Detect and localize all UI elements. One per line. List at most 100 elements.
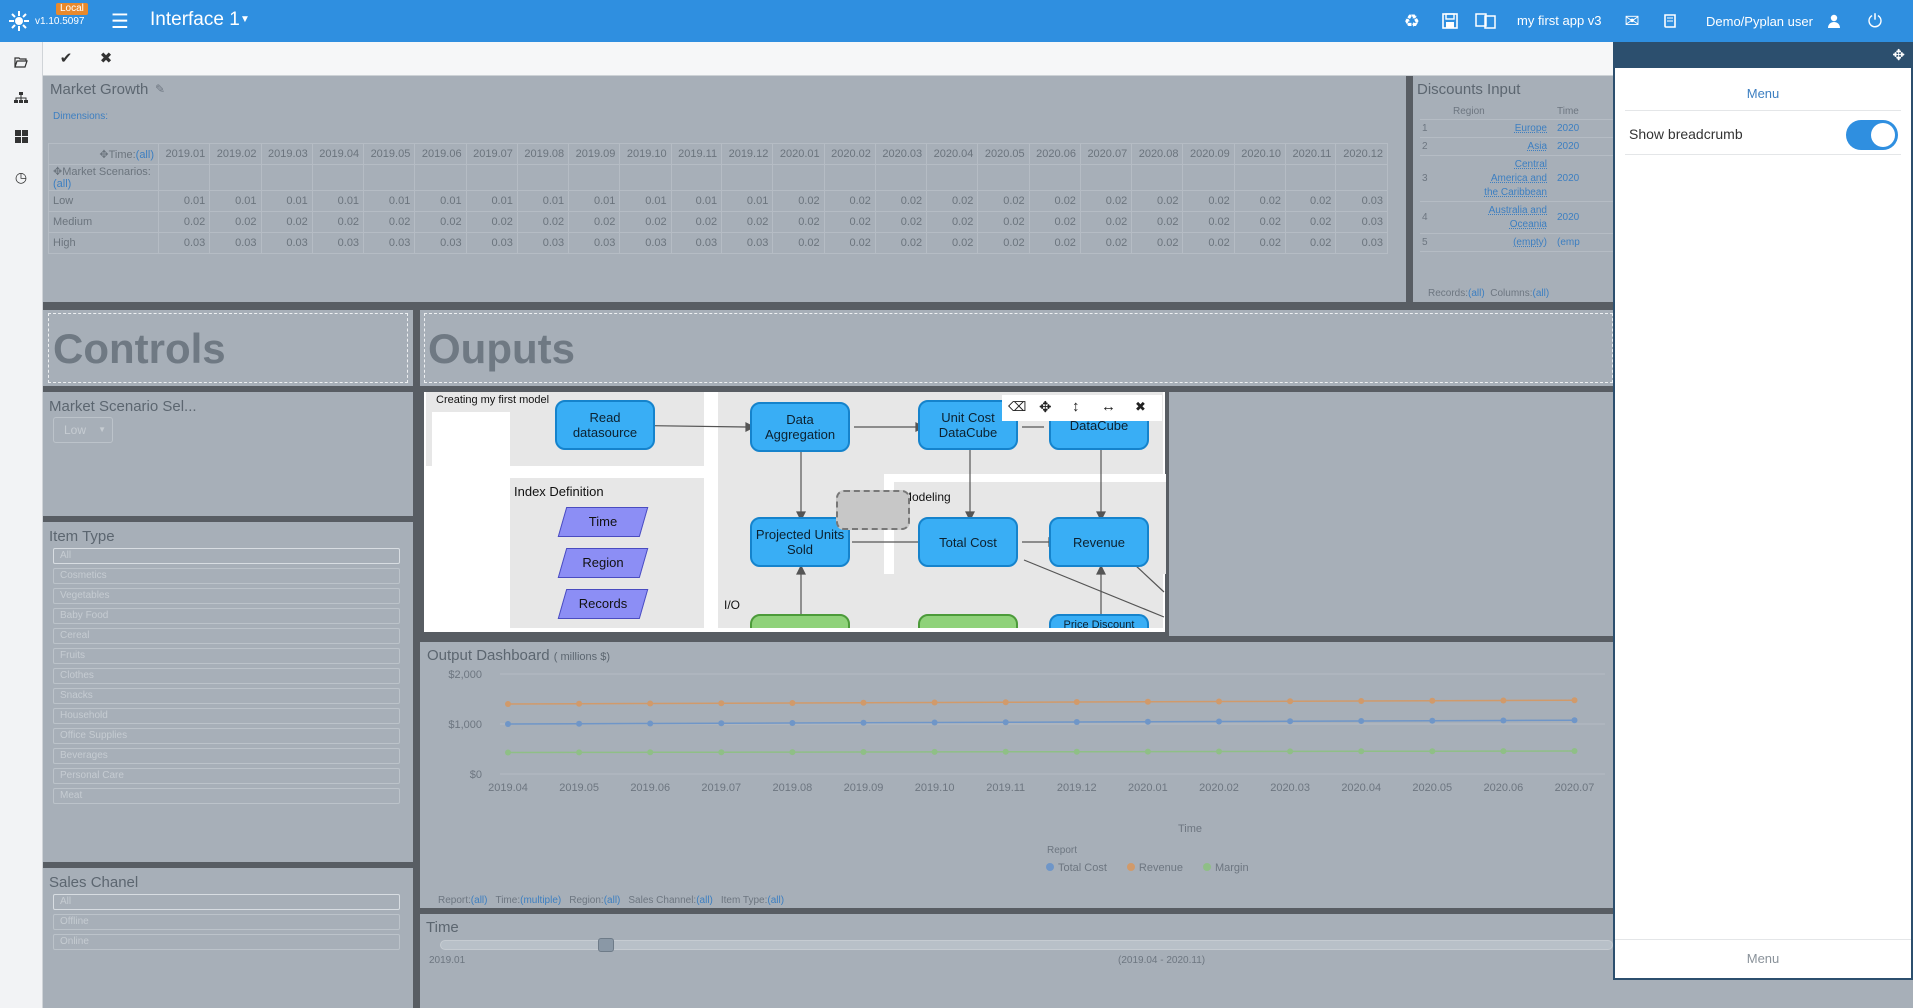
data-point[interactable]	[860, 749, 867, 755]
data-point[interactable]	[718, 720, 725, 727]
menu-hamburger-icon[interactable]: ☰	[111, 9, 129, 34]
drawer-menu-title[interactable]: Menu	[1615, 86, 1911, 101]
data-point[interactable]	[1216, 748, 1222, 755]
item-type-option[interactable]: Meat	[53, 788, 400, 804]
pencil-icon[interactable]: ✎	[155, 82, 165, 96]
node-total-cost[interactable]: Total Cost	[918, 517, 1018, 567]
data-point[interactable]	[1500, 717, 1507, 724]
interface-title[interactable]: Interface 1	[150, 9, 240, 31]
recycle-icon[interactable]: ♻	[1400, 9, 1424, 33]
item-type-option[interactable]: Cosmetics	[53, 568, 400, 584]
time-cell[interactable]: 2020	[1557, 141, 1579, 152]
region-cell[interactable]: Australia and Oceania	[1477, 204, 1547, 232]
item-type-option[interactable]: Fruits	[53, 648, 400, 664]
dashboard-filter[interactable]: Report:(all)	[438, 895, 487, 906]
data-point[interactable]	[789, 749, 796, 756]
folder-open-icon[interactable]	[8, 50, 34, 76]
node-placeholder[interactable]	[836, 490, 910, 530]
mg-scenario-dim[interactable]: ✥Market Scenarios:(all)	[48, 164, 159, 191]
data-point[interactable]	[1500, 748, 1507, 755]
legend-item[interactable]: Margin	[1202, 862, 1249, 874]
resize-vertical-icon[interactable]: ↕	[1072, 398, 1080, 415]
move-icon[interactable]: ✥	[1039, 398, 1052, 416]
data-point[interactable]	[1287, 748, 1294, 755]
dimensions-link[interactable]: Dimensions:	[53, 111, 108, 122]
data-point[interactable]	[1144, 698, 1151, 705]
close-icon[interactable]: ✖	[89, 47, 123, 71]
close-node-icon[interactable]: ✖	[1135, 399, 1146, 415]
save-icon[interactable]	[1438, 9, 1462, 33]
node-data-aggregation[interactable]: Data Aggregation	[750, 402, 850, 452]
power-icon[interactable]: ⏻	[1863, 9, 1887, 33]
dashboard-filter[interactable]: Time:(multiple)	[495, 895, 561, 906]
item-type-option[interactable]: Household	[53, 708, 400, 724]
time-slider-handle[interactable]	[598, 938, 615, 952]
dashboard-grid-icon[interactable]	[8, 125, 34, 151]
drag-move-icon[interactable]: ✥	[1892, 46, 1905, 64]
data-point[interactable]	[647, 700, 654, 707]
index-region[interactable]: Region	[557, 548, 649, 578]
item-type-option[interactable]: Office Supplies	[53, 728, 400, 744]
data-point[interactable]	[718, 749, 725, 756]
sales-channel-option[interactable]: All	[53, 894, 400, 910]
data-point[interactable]	[576, 720, 583, 727]
item-type-option[interactable]: All	[53, 548, 400, 564]
data-point[interactable]	[647, 749, 654, 756]
data-point[interactable]	[1571, 748, 1578, 754]
data-point[interactable]	[1358, 718, 1365, 724]
resize-horizontal-icon[interactable]: ↔	[1101, 398, 1116, 415]
data-point[interactable]	[576, 749, 583, 756]
item-type-option[interactable]: Personal Care	[53, 768, 400, 784]
sales-channel-option[interactable]: Online	[53, 934, 400, 950]
data-point[interactable]	[1144, 718, 1151, 725]
data-point[interactable]	[860, 719, 867, 726]
data-point[interactable]	[789, 700, 796, 706]
check-icon[interactable]: ✔	[49, 47, 83, 71]
item-type-option[interactable]: Cereal	[53, 628, 400, 644]
history-icon[interactable]: ◷	[8, 164, 34, 190]
data-point[interactable]	[1358, 698, 1365, 704]
data-point[interactable]	[1571, 697, 1578, 704]
mail-icon[interactable]: ✉	[1620, 9, 1644, 33]
data-point[interactable]	[1073, 699, 1080, 705]
time-cell[interactable]: 2020	[1557, 212, 1579, 223]
data-point[interactable]	[1002, 748, 1009, 755]
dashboard-filter[interactable]: Item Type:(all)	[721, 895, 784, 906]
time-cell[interactable]: (emp	[1557, 237, 1580, 248]
data-point[interactable]	[1002, 719, 1009, 726]
app-name[interactable]: my first app v3	[1517, 13, 1602, 28]
node-revenue[interactable]: Revenue	[1049, 517, 1149, 567]
data-point[interactable]	[576, 700, 583, 707]
user-name[interactable]: Demo/Pyplan user	[1706, 14, 1813, 29]
dashboard-filter[interactable]: Region:(all)	[569, 895, 620, 906]
data-point[interactable]	[505, 721, 511, 727]
data-point[interactable]	[1429, 697, 1436, 704]
region-cell[interactable]: Asia	[1477, 140, 1547, 154]
data-point[interactable]	[1073, 748, 1080, 755]
data-point[interactable]	[1429, 717, 1436, 724]
data-point[interactable]	[505, 749, 511, 756]
data-point[interactable]	[647, 720, 654, 727]
sitemap-icon[interactable]	[8, 86, 34, 112]
sales-channel-option[interactable]: Offline	[53, 914, 400, 930]
legend-item[interactable]: Total Cost	[1046, 862, 1107, 874]
market-scenario-select[interactable]: Low ▼	[53, 417, 113, 443]
data-point[interactable]	[1429, 748, 1436, 755]
item-type-option[interactable]: Clothes	[53, 668, 400, 684]
drawer-footer-menu[interactable]: Menu	[1615, 951, 1911, 966]
data-point[interactable]	[1287, 698, 1294, 705]
node-read-datasource[interactable]: Read datasource	[555, 400, 655, 450]
data-point[interactable]	[1144, 748, 1151, 755]
node-projected-units-sold[interactable]: Projected Units Sold	[750, 517, 850, 567]
dashboard-filter[interactable]: Sales Channel:(all)	[628, 895, 713, 906]
data-point[interactable]	[1571, 717, 1578, 724]
chevron-down-icon[interactable]: ▼	[240, 14, 250, 25]
eraser-icon[interactable]: ⌫	[1008, 399, 1026, 415]
mg-time-dim[interactable]: ✥Time:(all)	[48, 143, 159, 165]
data-point[interactable]	[1358, 748, 1365, 755]
show-breadcrumb-toggle[interactable]	[1846, 120, 1898, 150]
legend-item[interactable]: Revenue	[1126, 862, 1183, 874]
time-slider-track[interactable]	[440, 940, 1613, 950]
time-cell[interactable]: 2020	[1557, 173, 1579, 184]
data-point[interactable]	[931, 719, 938, 726]
